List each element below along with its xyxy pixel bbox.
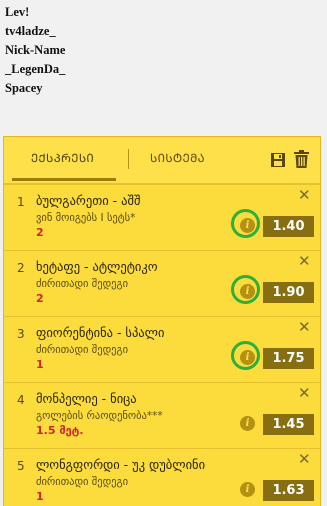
close-icon[interactable]: ✕ bbox=[298, 452, 311, 467]
username: _LegenDa_ bbox=[5, 62, 66, 76]
bet-item: 3 ფიორენტინა - სპალი ძირითადი შედეგი 1 ✕… bbox=[4, 317, 320, 383]
match-title: ხეტაფე - ატლეტიკო bbox=[36, 259, 158, 274]
market-name: გოლების რაოდენობა*** bbox=[36, 410, 163, 422]
close-icon[interactable]: ✕ bbox=[298, 188, 311, 203]
bet-number: 4 bbox=[17, 393, 25, 407]
username: tv4ladze_ bbox=[5, 24, 56, 38]
market-name: ძირითადი შედეგი bbox=[36, 278, 129, 290]
save-icon[interactable] bbox=[270, 152, 286, 168]
odds-value[interactable]: 1.40 bbox=[263, 216, 314, 237]
market-name: ვინ მოიგებს I სეტს* bbox=[36, 212, 136, 224]
bet-number: 2 bbox=[17, 261, 25, 275]
pick-value: 1 bbox=[36, 358, 44, 371]
pick-value: 1 bbox=[36, 490, 44, 503]
match-title: ბულგარეთი - აშშ bbox=[36, 193, 141, 208]
tab-system[interactable]: ᲡᲘᲡᲢᲔᲛᲐ bbox=[150, 151, 205, 166]
bet-number: 5 bbox=[17, 459, 25, 473]
match-title: ლონგფორდი - უკ დუბლინი bbox=[36, 457, 206, 472]
tab-express[interactable]: ᲔᲥᲡᲞᲠᲔᲡᲘ bbox=[31, 151, 94, 166]
bet-number: 1 bbox=[17, 195, 25, 209]
odds-value[interactable]: 1.45 bbox=[263, 414, 314, 435]
odds-value[interactable]: 1.75 bbox=[263, 348, 314, 369]
info-icon[interactable]: i bbox=[240, 350, 255, 365]
betslip-tabs: ᲔᲥᲡᲞᲠᲔᲡᲘ ᲡᲘᲡᲢᲔᲛᲐ bbox=[4, 137, 320, 185]
close-icon[interactable]: ✕ bbox=[298, 254, 311, 269]
close-icon[interactable]: ✕ bbox=[298, 386, 311, 401]
betslip-panel: ᲔᲥᲡᲞᲠᲔᲡᲘ ᲡᲘᲡᲢᲔᲛᲐ 1 ბულგარეთი - აშშ ვინ მ… bbox=[3, 136, 321, 506]
close-icon[interactable]: ✕ bbox=[298, 320, 311, 335]
pick-value: 2 bbox=[36, 226, 44, 239]
match-title: ფიორენტინა - სპალი bbox=[36, 325, 165, 340]
tab-divider bbox=[128, 149, 129, 169]
bet-number: 3 bbox=[17, 327, 25, 341]
bet-item: 4 მონპელიე - ნიცა გოლების რაოდენობა*** 1… bbox=[4, 383, 320, 449]
username: Spacey bbox=[5, 81, 43, 95]
market-name: ძირითადი შედეგი bbox=[36, 476, 129, 488]
info-icon[interactable]: i bbox=[240, 416, 255, 431]
info-icon[interactable]: i bbox=[240, 284, 255, 299]
trash-icon[interactable] bbox=[294, 150, 309, 168]
match-title: მონპელიე - ნიცა bbox=[36, 391, 137, 406]
username: Lev! bbox=[5, 5, 30, 19]
pick-value: 2 bbox=[36, 292, 44, 305]
info-icon[interactable]: i bbox=[240, 482, 255, 497]
info-icon[interactable]: i bbox=[240, 218, 255, 233]
market-name: ძირითადი შედეგი bbox=[36, 344, 129, 356]
username-list: Lev! tv4ladze_ Nick-Name _LegenDa_ Space… bbox=[5, 3, 65, 98]
odds-value[interactable]: 1.63 bbox=[263, 480, 314, 501]
bet-item: 1 ბულგარეთი - აშშ ვინ მოიგებს I სეტს* 2 … bbox=[4, 185, 320, 251]
odds-value[interactable]: 1.90 bbox=[263, 282, 314, 303]
active-tab-indicator bbox=[12, 178, 116, 181]
pick-value: 1.5 მეტ. bbox=[36, 424, 84, 437]
bet-item: 2 ხეტაფე - ატლეტიკო ძირითადი შედეგი 2 ✕ … bbox=[4, 251, 320, 317]
username: Nick-Name bbox=[5, 43, 66, 57]
bet-item: 5 ლონგფორდი - უკ დუბლინი ძირითადი შედეგი… bbox=[4, 449, 320, 506]
